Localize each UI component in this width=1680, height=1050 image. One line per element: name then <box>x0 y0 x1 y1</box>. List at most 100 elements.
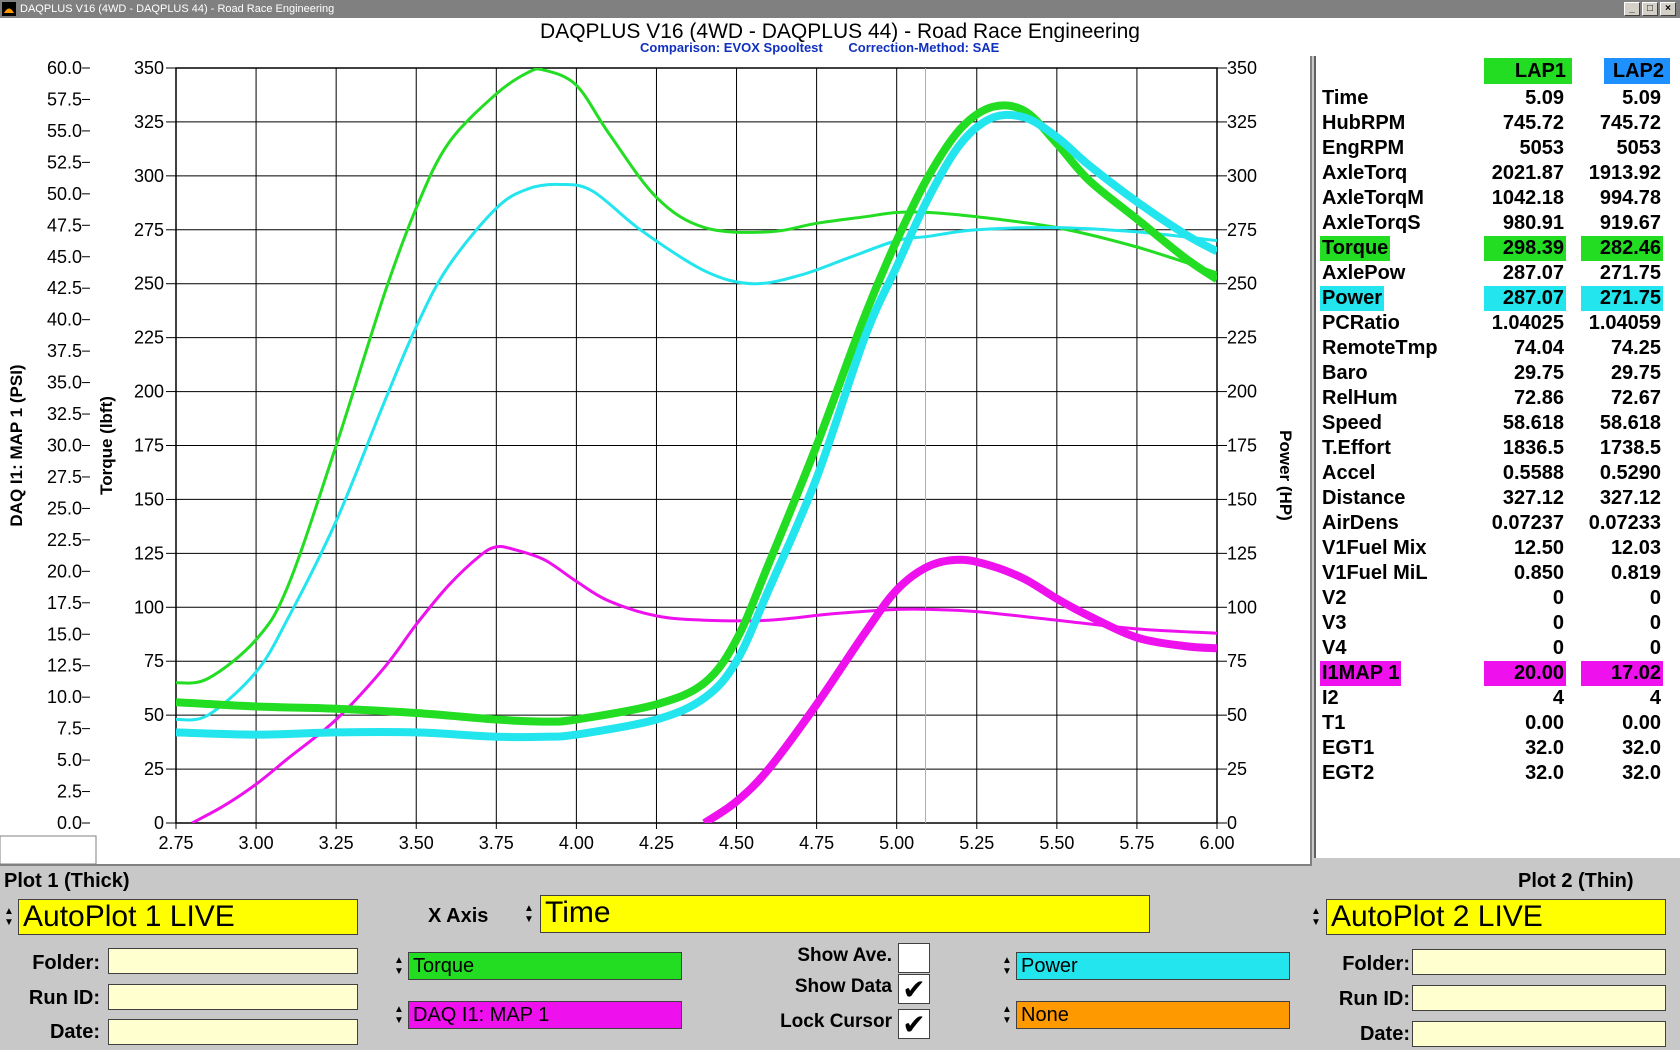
y-outer-tick-label: 15.0 <box>47 624 82 644</box>
x-tick-label: 3.25 <box>319 833 354 853</box>
data-row-lap1-value: 0.850 <box>1513 562 1564 584</box>
chart-title: DAQPLUS V16 (4WD - DAQPLUS 44) - Road Ra… <box>540 20 1140 42</box>
plot1-folder-field[interactable] <box>108 948 358 974</box>
y-right-tick-label: 325 <box>1227 112 1257 132</box>
x-tick-label: 6.00 <box>1199 833 1234 853</box>
show-ave-checkbox[interactable] <box>898 943 930 973</box>
up-arrow-icon: ▲ <box>4 906 14 917</box>
data-row-lap2-value: 0 <box>1649 637 1661 659</box>
app-icon <box>2 2 16 16</box>
data-row-lap2-value: 0.5290 <box>1599 462 1661 484</box>
y-outer-tick-label: 7.5 <box>57 719 82 739</box>
data-row-lap2-value: 271.75 <box>1581 286 1663 311</box>
y-inner-tick-label: 125 <box>134 543 164 563</box>
channel4-spinner[interactable]: ▲ ▼ <box>998 1001 1016 1029</box>
data-row-lap2-value: 5.09 <box>1622 87 1661 109</box>
y-outer-tick-label: 35.0 <box>47 373 82 393</box>
data-panel: LAP1 LAP2 Time 5.09 5.09 HubRPM 745.72 745.72… <box>1314 56 1680 858</box>
data-row-lap1-value: 20.00 <box>1484 661 1566 686</box>
date-label: Date: <box>49 1021 100 1043</box>
plot1-select[interactable]: AutoPlot 1 LIVE <box>18 899 358 935</box>
plot1-date-field[interactable] <box>108 1019 358 1045</box>
y-right-tick-label: 0 <box>1227 813 1237 833</box>
data-row-lap1-value: 32.0 <box>1525 737 1564 759</box>
y-inner-tick-label: 250 <box>134 274 164 294</box>
channel3-spinner[interactable]: ▲ ▼ <box>998 952 1016 980</box>
y-right-tick-label: 200 <box>1227 382 1257 402</box>
x-tick-label: 5.25 <box>959 833 994 853</box>
data-row-lap2-value: 745.72 <box>1599 112 1661 134</box>
data-row-lap2-value: 0 <box>1649 612 1661 634</box>
data-row: V4 0 0 <box>1316 636 1666 661</box>
lock-cursor-label: Lock Cursor <box>780 1011 892 1032</box>
down-arrow-icon: ▼ <box>1002 1015 1012 1026</box>
y-outer-tick-label: 37.5 <box>47 341 82 361</box>
data-row-lap1-value: 327.12 <box>1502 487 1564 509</box>
lap2-header: LAP2 <box>1604 58 1670 84</box>
close-button[interactable]: × <box>1660 2 1676 16</box>
data-row: HubRPM 745.72 745.72 <box>1316 111 1666 136</box>
y-inner-tick-label: 175 <box>134 436 164 456</box>
channel1-select[interactable]: Torque <box>408 952 682 980</box>
plot-area[interactable]: 2.75 3.00 3.25 3.50 3.75 4.00 4.25 4.50 4.75 5.00… <box>0 56 1312 866</box>
data-row: AxleTorq 2021.87 1913.92 <box>1316 161 1666 186</box>
data-row-lap2-value: 327.12 <box>1599 487 1661 509</box>
show-data-checkbox[interactable]: ✔ <box>898 974 930 1005</box>
channel1-spinner[interactable]: ▲ ▼ <box>390 952 408 980</box>
plot2-date-field[interactable] <box>1412 1021 1666 1047</box>
plot1-runid-field[interactable] <box>108 984 358 1010</box>
data-row-lap1-value: 12.50 <box>1513 537 1564 559</box>
data-row-label: I1MAP 1 <box>1320 661 1402 686</box>
data-row-lap2-value: 4 <box>1649 687 1661 709</box>
data-row: Baro 29.75 29.75 <box>1316 361 1666 386</box>
y-outer-tick-label: 12.5 <box>47 656 82 676</box>
plot1-spinner[interactable]: ▲ ▼ <box>0 899 18 935</box>
data-row: AxlePow 287.07 271.75 <box>1316 261 1666 286</box>
data-row-lap2-value: 282.46 <box>1581 236 1663 261</box>
y-right-tick-label: 75 <box>1227 651 1247 671</box>
data-row: AxleTorqS 980.91 919.67 <box>1316 211 1666 236</box>
data-row: Time 5.09 5.09 <box>1316 86 1666 111</box>
y-outer-tick-label: 52.5 <box>47 152 82 172</box>
data-row-label: EGT2 <box>1322 762 1375 784</box>
data-row: Torque 298.39 282.46 <box>1316 236 1666 261</box>
y-outer-tick-label: 30.0 <box>47 436 82 456</box>
y-inner-tick-label: 75 <box>144 651 164 671</box>
data-row-lap1-value: 2021.87 <box>1491 162 1564 184</box>
up-arrow-icon: ▲ <box>394 955 404 966</box>
dyno-chart[interactable]: 2.75 3.00 3.25 3.50 3.75 4.00 4.25 4.50 4.75 5.00… <box>0 56 1312 866</box>
data-row-label: Power <box>1320 286 1385 311</box>
channel2-select[interactable]: DAQ I1: MAP 1 <box>408 1001 682 1029</box>
x-tick-label: 5.50 <box>1039 833 1074 853</box>
data-row-label: AxleTorqM <box>1322 187 1424 209</box>
channel4-select[interactable]: None <box>1016 1001 1290 1029</box>
plot2-runid-field[interactable] <box>1412 985 1666 1011</box>
y-inner-tick-label: 50 <box>144 705 164 725</box>
xaxis-spinner[interactable]: ▲ ▼ <box>520 895 538 933</box>
data-row-lap1-value: 287.07 <box>1502 262 1564 284</box>
data-row: Accel 0.5588 0.5290 <box>1316 461 1666 486</box>
data-row-lap1-value: 5053 <box>1519 137 1565 159</box>
plot2-select[interactable]: AutoPlot 2 LIVE <box>1326 899 1666 935</box>
y-inner-tick-label: 225 <box>134 328 164 348</box>
lock-cursor-checkbox[interactable]: ✔ <box>898 1009 930 1040</box>
x-tick-label: 4.75 <box>799 833 834 853</box>
y-outer-tick-label: 0.0 <box>57 813 82 833</box>
xaxis-select[interactable]: Time <box>540 895 1150 933</box>
data-row-label: AxleTorq <box>1322 162 1408 184</box>
up-arrow-icon: ▲ <box>1002 955 1012 966</box>
channel3-select[interactable]: Power <box>1016 952 1290 980</box>
x-tick-label: 3.00 <box>239 833 274 853</box>
y-outer-tick-label: 57.5 <box>47 89 82 109</box>
data-row-label: AxleTorqS <box>1322 212 1421 234</box>
up-arrow-icon: ▲ <box>1311 906 1321 917</box>
minimize-button[interactable]: _ <box>1624 2 1640 16</box>
maximize-button[interactable]: □ <box>1642 2 1658 16</box>
up-arrow-icon: ▲ <box>1002 1004 1012 1015</box>
plot2-spinner[interactable]: ▲ ▼ <box>1307 899 1325 935</box>
data-row-label: PCRatio <box>1322 312 1400 334</box>
down-arrow-icon: ▼ <box>394 1015 404 1026</box>
channel2-spinner[interactable]: ▲ ▼ <box>390 1001 408 1029</box>
plot2-folder-field[interactable] <box>1412 949 1666 975</box>
y-right-tick-label: 350 <box>1227 58 1257 78</box>
